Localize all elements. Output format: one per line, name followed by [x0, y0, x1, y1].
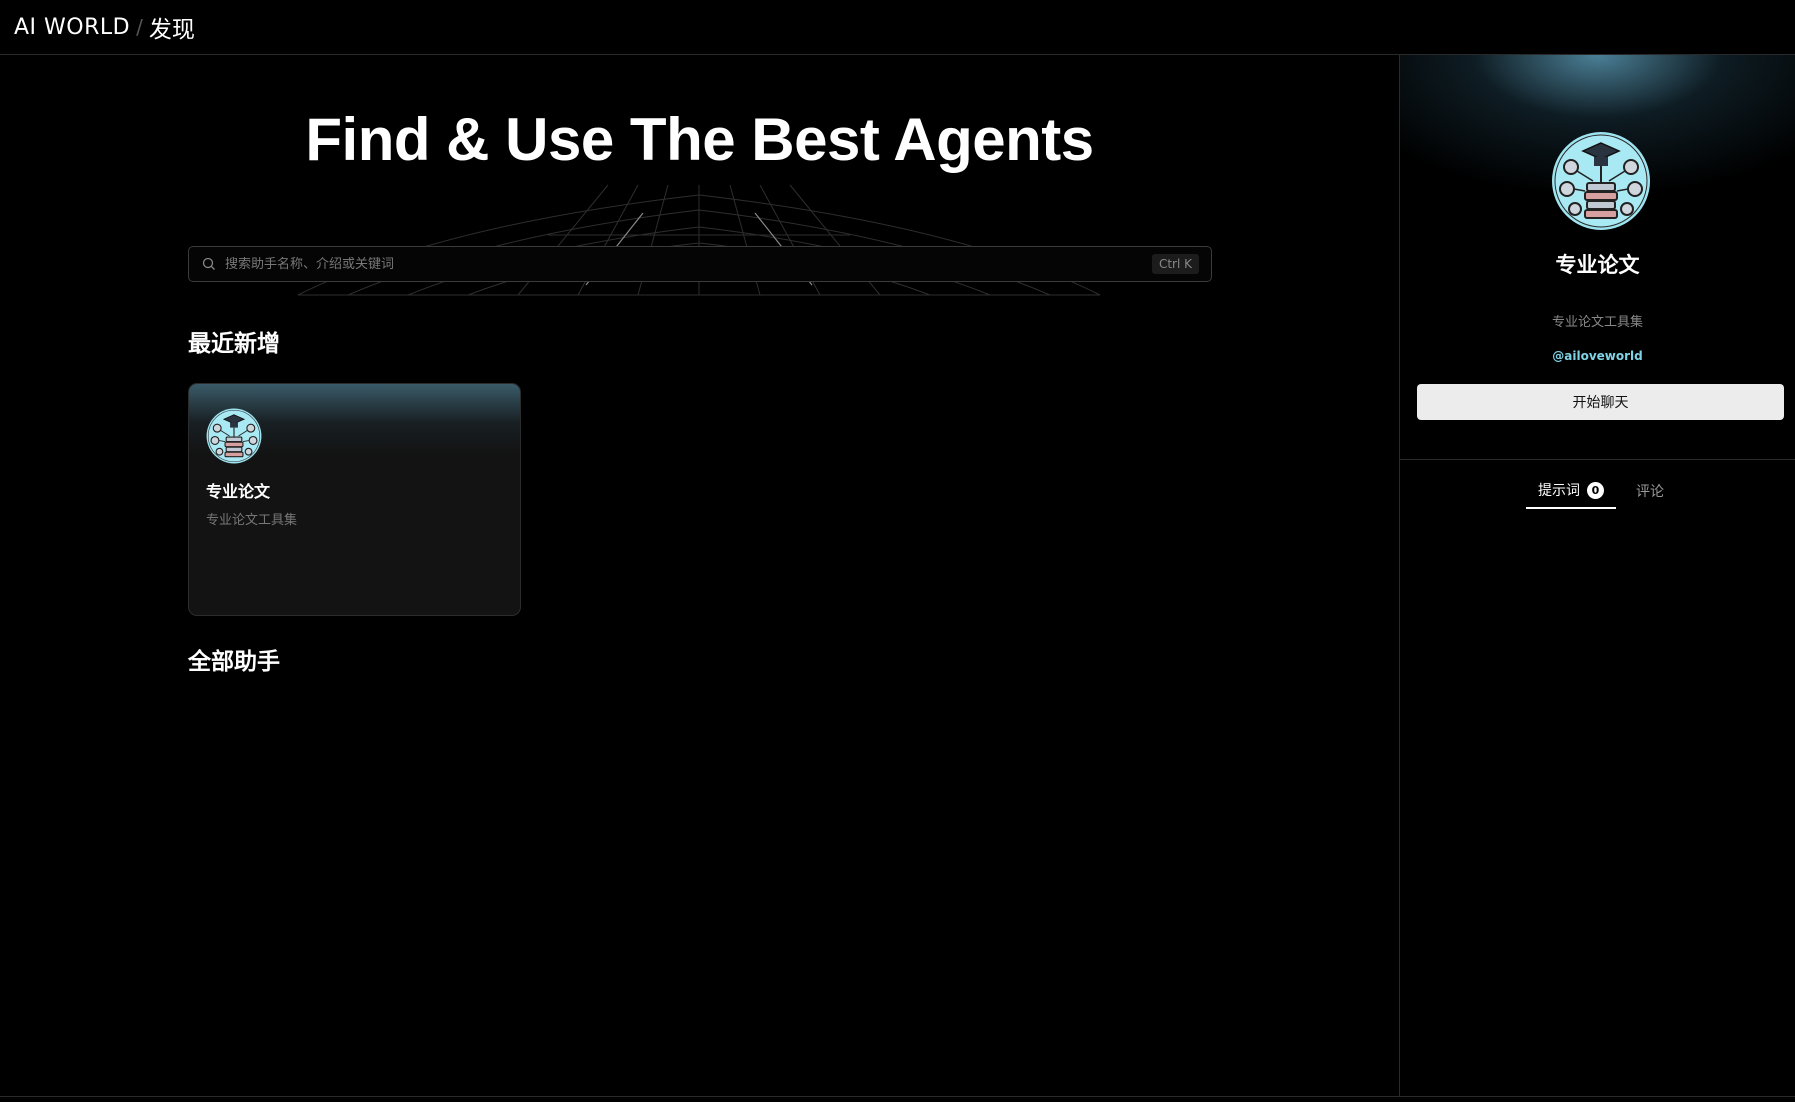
breadcrumb-separator: /	[136, 15, 143, 39]
start-chat-button[interactable]: 开始聊天	[1417, 384, 1784, 420]
section-title-all: 全部助手	[188, 649, 280, 675]
agent-card[interactable]: 专业论文 专业论文工具集	[188, 383, 521, 616]
agent-card-description: 专业论文工具集	[206, 513, 298, 528]
panel-agent-description: 专业论文工具集	[1551, 315, 1643, 330]
panel-agent-title: 专业论文	[1555, 253, 1640, 277]
tab-prompts-count-badge: 0	[1587, 481, 1604, 499]
agent-detail-panel: 专业论文 专业论文工具集 @ailoveworld 开始聊天 提示词 0 评论	[1399, 55, 1795, 1097]
breadcrumb-current[interactable]: 发现	[149, 10, 195, 44]
search-input[interactable]	[225, 256, 1152, 272]
brand-logo[interactable]: AI WORLD	[14, 15, 130, 40]
tab-prompts-label: 提示词	[1538, 483, 1580, 499]
tab-prompts[interactable]: 提示词 0	[1526, 473, 1616, 509]
hero-title: Find & Use The Best Agents	[305, 106, 1094, 173]
search-icon	[202, 257, 215, 270]
bottom-divider	[0, 1096, 1795, 1097]
search-bar[interactable]: Ctrl K	[188, 246, 1212, 282]
academic-books-avatar-icon	[206, 408, 262, 464]
top-bar: AI WORLD / 发现	[0, 0, 1795, 55]
tab-comments-label: 评论	[1636, 484, 1664, 500]
discover-main: Find & Use The Best Agents Ctrl K 最近新增	[0, 55, 1399, 1097]
tab-comments[interactable]: 评论	[1624, 473, 1676, 509]
search-shortcut-badge: Ctrl K	[1151, 254, 1199, 274]
section-title-recent: 最近新增	[188, 331, 280, 357]
academic-books-avatar-icon	[1552, 132, 1650, 230]
agent-card-title: 专业论文	[206, 482, 271, 501]
panel-divider	[1400, 459, 1795, 460]
panel-author-link[interactable]: @ailoveworld	[1400, 349, 1795, 363]
panel-tabs: 提示词 0 评论	[1526, 473, 1676, 509]
